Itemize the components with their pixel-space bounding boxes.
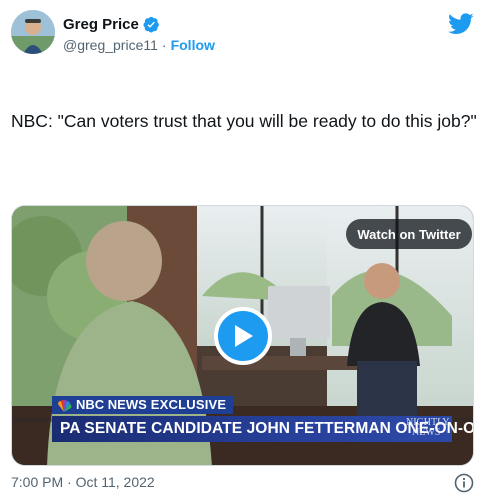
banner-brand: NBC NEWS: [76, 397, 147, 412]
nbc-peacock-icon: [56, 399, 72, 412]
watch-on-twitter-button[interactable]: Watch on Twitter: [346, 219, 472, 249]
handle-row: @greg_price11 · Follow: [63, 37, 215, 53]
tweet-footer: 7:00 PM · Oct 11, 2022: [11, 473, 481, 494]
headline-banner: PA SENATE CANDIDATE JOHN FETTERMAN ONE-O…: [52, 416, 473, 442]
info-icon[interactable]: [454, 473, 474, 493]
bug-line-2: NEWS: [412, 427, 441, 438]
avatar-image: [11, 10, 55, 54]
video-player[interactable]: Watch on Twitter NBC NEWS EXCLUSIVE PA S…: [11, 205, 474, 466]
twitter-bird-icon[interactable]: [448, 13, 474, 35]
name-row: Greg Price: [63, 16, 160, 33]
tweet-card: Greg Price @greg_price11 · Follow NBC: "…: [0, 0, 491, 500]
tweet-header: Greg Price @greg_price11 · Follow: [11, 10, 481, 58]
avatar[interactable]: [11, 10, 55, 54]
banner-tag: EXCLUSIVE: [150, 397, 227, 412]
play-button[interactable]: [214, 307, 272, 365]
dot-separator: ·: [161, 37, 167, 53]
exclusive-banner: NBC NEWS EXCLUSIVE: [52, 396, 234, 414]
play-icon: [235, 325, 253, 347]
tweet-timestamp[interactable]: 7:00 PM · Oct 11, 2022: [11, 474, 155, 490]
nightly-news-bug: NIGHTLY NEWS: [406, 418, 449, 438]
tweet-paragraph: NBC: "Can voters trust that you will be …: [11, 111, 477, 131]
author-handle[interactable]: @greg_price11: [63, 37, 158, 53]
verified-badge-icon: [143, 16, 160, 33]
follow-button[interactable]: Follow: [171, 37, 215, 53]
author-name[interactable]: Greg Price: [63, 16, 139, 33]
